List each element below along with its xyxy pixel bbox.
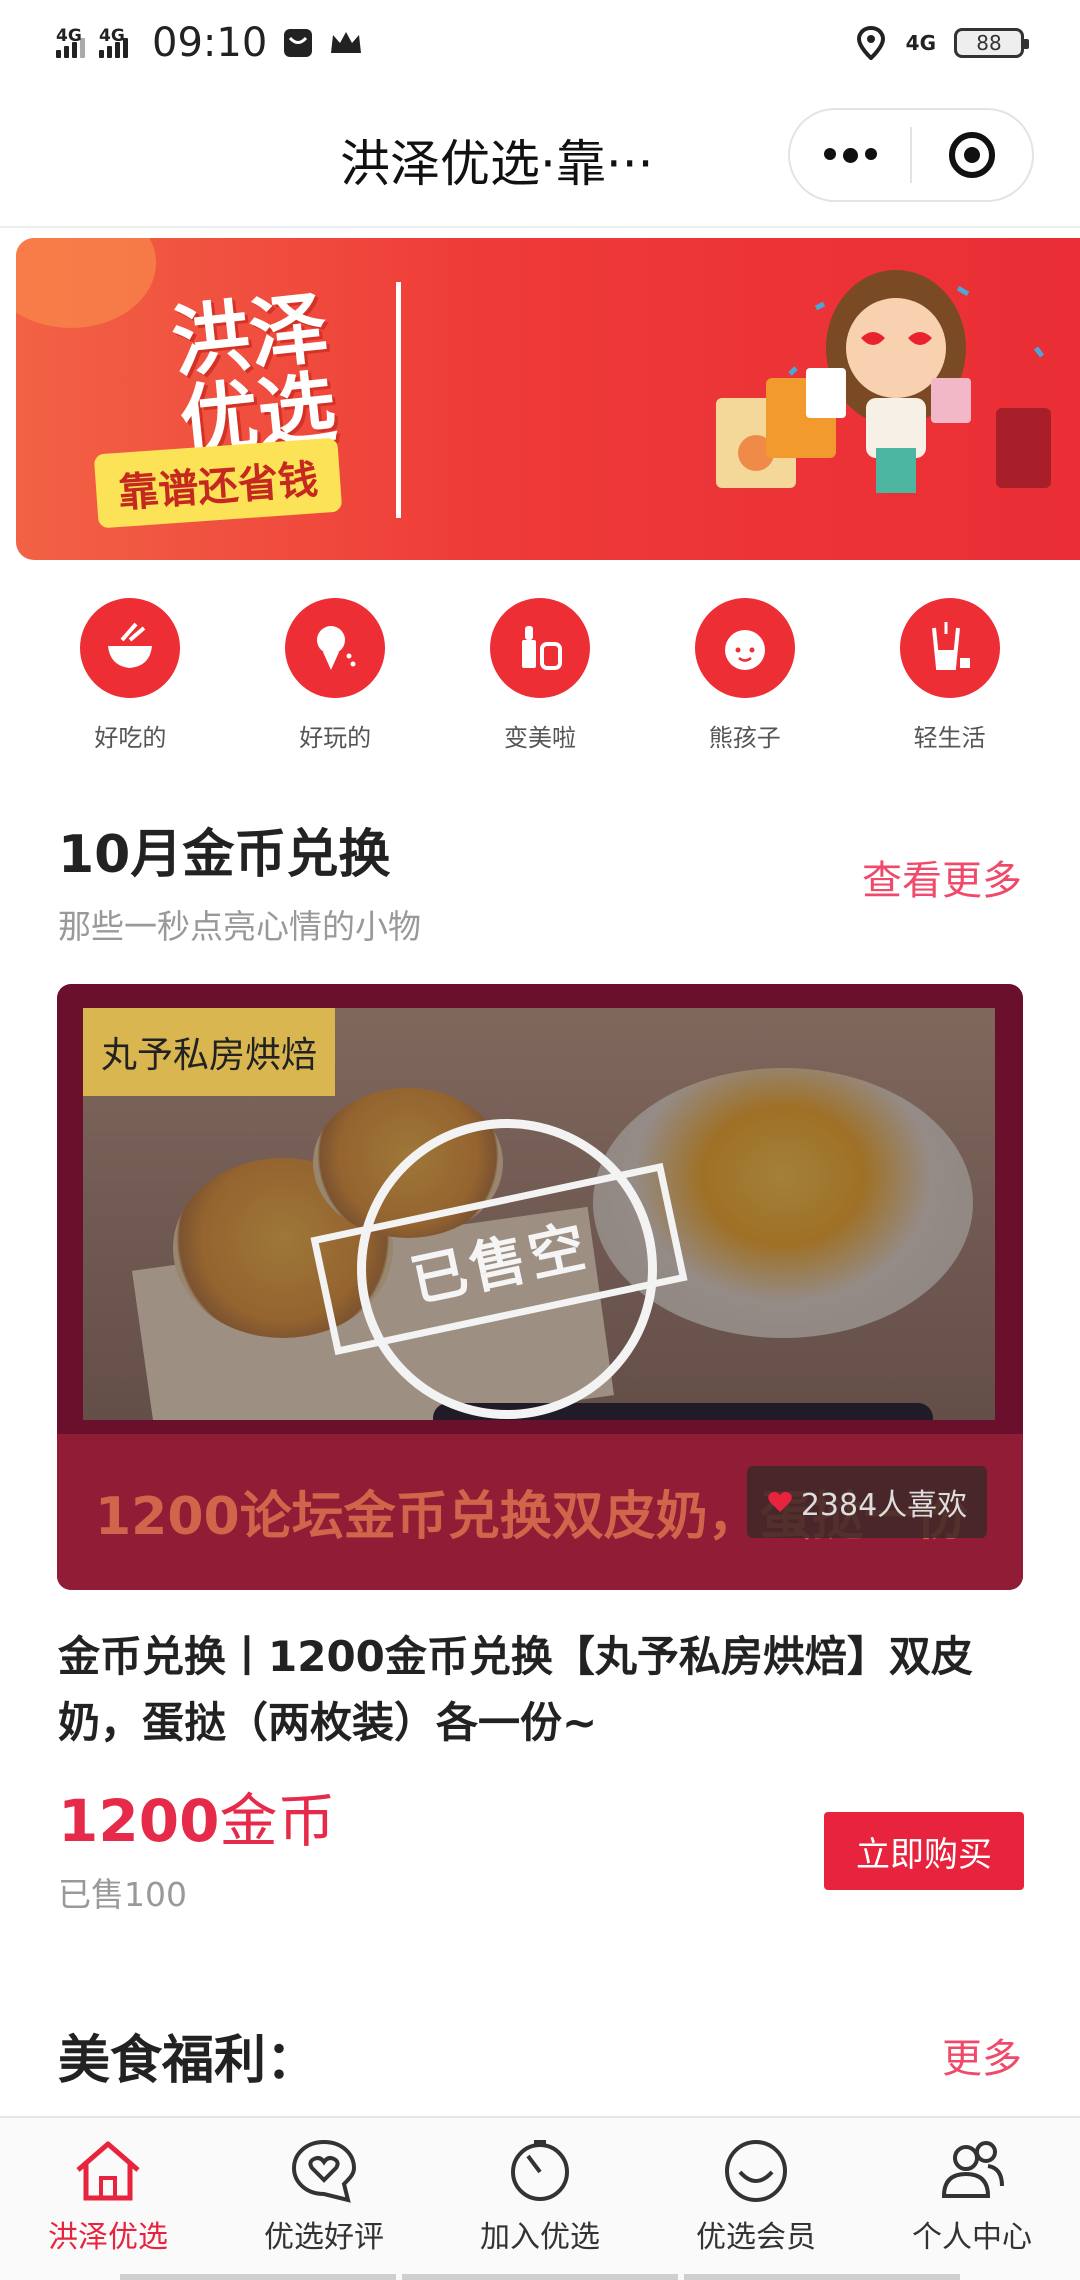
page-title: 洪泽优选·靠··· (340, 135, 654, 193)
tab-reviews[interactable]: 优选好评 (216, 2118, 432, 2280)
section-title-2: 美食福利： (58, 2031, 319, 2091)
banner-logo: 洪泽优选 (167, 283, 341, 469)
view-more-link[interactable]: 查看更多 (862, 848, 1022, 906)
category-label: 轻生活 (913, 724, 986, 752)
sold-count: 已售100 (58, 1875, 187, 1914)
tab-home[interactable]: 洪泽优选 (0, 2118, 216, 2280)
product-title[interactable]: 金币兑换丨1200金币兑换【丸予私房烘焙】双皮奶，蛋挞（两枚装）各一份~ (58, 1624, 1028, 1756)
category-beauty[interactable]: 变美啦 (465, 598, 615, 753)
mini-program-capsule (788, 108, 1034, 202)
tab-label: 洪泽优选 (48, 2220, 168, 2255)
signal-icon-2: 4G (99, 26, 128, 58)
home-icon (76, 2141, 140, 2201)
banner-slogan: 靠谱还省钱 (93, 437, 343, 529)
signal-label-2: 4G (99, 26, 125, 46)
crown-icon (329, 26, 363, 60)
section-title: 10月金币兑换 (58, 825, 391, 885)
cup-icon (899, 598, 1000, 698)
buy-now-button[interactable]: 立即购买 (824, 1812, 1024, 1890)
tab-label: 加入优选 (480, 2220, 600, 2255)
home-indicator (120, 2274, 960, 2280)
category-label: 好吃的 (94, 724, 167, 752)
tab-join[interactable]: 加入优选 (432, 2118, 648, 2280)
tab-member[interactable]: 优选会员 (648, 2118, 864, 2280)
shop-tag: 丸予私房烘焙 (83, 1008, 336, 1096)
category-kids[interactable]: 熊孩子 (670, 598, 820, 753)
tab-label: 优选好评 (264, 2220, 384, 2255)
category-row: 好吃的 好玩的 变美啦 熊孩子 轻生活 (0, 598, 1080, 753)
category-fun[interactable]: 好玩的 (260, 598, 410, 753)
category-life[interactable]: 轻生活 (875, 598, 1025, 753)
tab-label: 个人中心 (912, 2220, 1032, 2255)
category-label: 变美啦 (503, 724, 576, 752)
smile-icon (725, 2140, 787, 2202)
timer-icon (511, 2140, 569, 2201)
shopping-girl-illustration (716, 270, 1051, 493)
category-label: 熊孩子 (708, 724, 781, 752)
cosmetics-icon (489, 598, 590, 698)
more-dots-icon (823, 147, 877, 163)
category-label: 好玩的 (299, 724, 372, 752)
users-icon (941, 2141, 1004, 2198)
price-number: 1200 (58, 1787, 220, 1855)
bowl-icon (80, 598, 181, 698)
heart-icon (768, 1491, 792, 1512)
more-button[interactable] (790, 110, 910, 200)
likes-badge: 2384人喜欢 (747, 1466, 987, 1538)
bottom-tab-bar: 洪泽优选 优选好评 加入优选 优选会员 个人中心 (0, 2116, 1080, 2280)
nav-bar: 洪泽优选·靠··· (0, 86, 1080, 228)
ice-cream-icon (285, 598, 386, 698)
status-bar: 4G 4G 09:10 4G 88 (0, 0, 1080, 86)
promo-banner[interactable]: 洪泽优选 靠谱还省钱 (16, 238, 1080, 560)
section-subtitle: 那些一秒点亮心情的小物 (58, 907, 421, 946)
tab-profile[interactable]: 个人中心 (864, 2118, 1080, 2280)
target-icon (949, 132, 995, 178)
sold-out-text: 已售空 (405, 1213, 595, 1315)
product-card[interactable]: 丸予私房烘焙 已售空 1200论坛金币兑换双皮奶，蛋挞一份 2384人喜欢 (57, 984, 1023, 1590)
signal-label: 4G (56, 26, 82, 46)
location-icon (854, 26, 888, 60)
network-type: 4G (905, 31, 936, 55)
kid-face-icon (694, 598, 795, 698)
close-button[interactable] (912, 110, 1032, 200)
tab-label: 优选会员 (696, 2220, 816, 2255)
likes-count: 2384人喜欢 (800, 1488, 968, 1523)
message-icon (281, 26, 315, 60)
clock: 09:10 (152, 20, 268, 66)
heart-bubble-icon (291, 2139, 357, 2203)
battery-icon: 88 (954, 28, 1029, 58)
product-price: 1200金币 (58, 1774, 335, 1858)
category-food[interactable]: 好吃的 (55, 598, 205, 753)
price-unit: 金币 (219, 1787, 336, 1855)
more-link[interactable]: 更多 (942, 2026, 1022, 2084)
signal-icon: 4G (56, 26, 85, 58)
